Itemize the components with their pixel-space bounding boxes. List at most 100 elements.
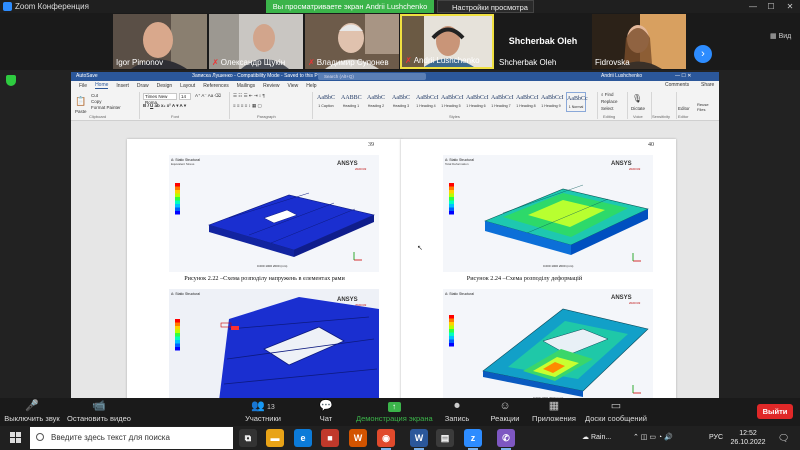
style-gallery-item[interactable]: AaBbC Heading 2 <box>366 92 386 112</box>
tab-draw[interactable]: Draw <box>137 83 149 89</box>
view-button[interactable]: ▦ Вид <box>770 32 791 40</box>
list-icons[interactable]: ☰ ☷ ☰ ⇤ ⇥ ↕ ¶ <box>233 93 265 99</box>
reactions-button[interactable]: ☺ Реакции <box>487 398 523 426</box>
style-gallery-item[interactable]: AaBbCcI 1 Heading 8 <box>516 92 539 112</box>
style-gallery-item[interactable]: AaBbCcI 1 Heading 4 <box>416 92 439 112</box>
cut-button[interactable]: Cut <box>91 93 98 98</box>
paste-button[interactable]: Paste <box>75 109 87 114</box>
style-gallery-item[interactable]: AaBbC Heading 3 <box>391 92 411 112</box>
tab-help[interactable]: Help <box>306 83 316 89</box>
language-indicator[interactable]: РУС <box>709 426 723 450</box>
microphone-icon: 🎙 <box>632 94 643 103</box>
style-gallery-item[interactable]: AaBbCcI 1 Heading 9 <box>541 92 564 112</box>
view-options-label: Настройки просмотра <box>452 3 528 12</box>
share-button[interactable]: Share <box>701 81 714 90</box>
windows-start-icon[interactable] <box>10 432 21 443</box>
word-icon[interactable]: W <box>410 429 428 450</box>
video-tile[interactable]: Fidrovska <box>592 14 686 69</box>
view-options-button[interactable]: Настройки просмотра ▼ <box>437 0 534 25</box>
style-name: 1 Heading 8 <box>516 104 536 108</box>
style-gallery-item[interactable]: AABBC Heading 1 <box>341 92 362 112</box>
app-icon[interactable]: ■ <box>321 429 339 447</box>
record-button[interactable]: ⏺ Запись <box>441 398 473 426</box>
dictate-button[interactable]: Dictate <box>631 106 645 111</box>
replace-button[interactable]: Replace <box>601 99 618 104</box>
camera-icon: 📹 <box>92 400 106 412</box>
document-area[interactable]: 39 A: Static Structural Equivalent Stres… <box>71 121 719 398</box>
font-tools-icons[interactable]: A⁺ A⁻ Aa ⌫ <box>195 93 221 99</box>
edge-browser-icon[interactable]: e <box>294 429 312 447</box>
taskbar-clock[interactable]: 12:52 26.10.2022 <box>728 429 768 447</box>
ribbon-divider <box>627 92 628 119</box>
minimize-icon[interactable]: — <box>744 0 762 13</box>
task-view-icon[interactable]: ⧉ <box>239 429 257 447</box>
style-gallery-item[interactable]: AaBbCcI 1 Heading 7 <box>491 92 514 112</box>
style-gallery-item[interactable]: AaBbCc 1 Normal <box>566 92 588 112</box>
page-number: 40 <box>648 142 654 148</box>
screen: Zoom Конференция — ☐ ✕ Вы просматриваете… <box>0 0 800 450</box>
rain-cloud-icon: ☁ <box>582 434 591 441</box>
leave-meeting-button[interactable]: Выйти <box>757 404 793 419</box>
reuse-files-button[interactable]: Reuse Files <box>697 102 717 112</box>
next-participants-button[interactable]: › <box>694 45 712 63</box>
style-gallery-item[interactable]: AaBbCcI 1 Heading 5 <box>441 92 464 112</box>
sensitivity-group-label[interactable]: Sensitivity <box>652 114 670 119</box>
tab-layout[interactable]: Layout <box>180 83 195 89</box>
chat-button[interactable]: 💬 Чат <box>312 398 340 426</box>
font-size-select[interactable]: 14 <box>179 93 191 100</box>
style-gallery-item[interactable]: AaBbCcI 1 Heading 6 <box>466 92 489 112</box>
chrome-icon[interactable]: ◉ <box>377 429 395 450</box>
video-tile[interactable]: ✗ Владимир Супонев <box>305 14 399 69</box>
word-search[interactable]: Search (Alt+Q) <box>318 73 426 80</box>
tab-home[interactable]: Home <box>95 82 109 89</box>
close-icon[interactable]: ✕ <box>781 0 799 13</box>
share-screen-button[interactable]: ↑ Демонстрация экрана <box>356 398 433 426</box>
font-name-select[interactable]: Times New Roma <box>143 93 177 105</box>
select-button[interactable]: Select <box>601 106 614 111</box>
whiteboards-button[interactable]: ▭ Доски сообщений <box>584 398 648 426</box>
tab-design[interactable]: Design <box>157 83 173 89</box>
comments-button[interactable]: Comments <box>665 81 689 90</box>
wps-icon[interactable]: W <box>349 429 367 447</box>
video-tile[interactable]: Igor Pimonov <box>113 14 207 69</box>
video-tile-active-speaker[interactable]: ✗ Andrii Lushchenko <box>400 14 494 69</box>
tab-file[interactable]: File <box>79 83 87 89</box>
video-tile[interactable]: Shcherbak Oleh Shcherbak Oleh <box>496 14 590 69</box>
viber-icon[interactable]: ✆ <box>497 429 515 450</box>
tab-view[interactable]: View <box>288 83 299 89</box>
tab-mailings[interactable]: Mailings <box>237 83 255 89</box>
security-shield-icon[interactable] <box>6 75 16 86</box>
tab-review[interactable]: Review <box>263 83 279 89</box>
mute-button[interactable]: 🎤 Выключить звук <box>4 398 60 426</box>
tab-insert[interactable]: Insert <box>116 83 129 89</box>
tab-references[interactable]: References <box>203 83 229 89</box>
file-explorer-icon[interactable]: ▬ <box>266 429 284 447</box>
format-painter-button[interactable]: Format Painter <box>91 105 121 110</box>
tray-icons[interactable]: ⌃ ◫ ▭ ◔ 🔊 <box>633 426 673 450</box>
weather-widget[interactable]: ☁ Rain... <box>582 426 611 450</box>
stop-video-button[interactable]: 📹 Остановить видео <box>66 398 132 426</box>
app-icon[interactable]: ▤ <box>436 429 454 447</box>
document-page-left[interactable]: 39 A: Static Structural Equivalent Stres… <box>127 139 402 398</box>
font-format-icons[interactable]: B I U ab x₂ x² A ▾ A ▾ <box>143 103 186 109</box>
find-button[interactable]: ⌕ Find <box>601 92 614 97</box>
maximize-icon[interactable]: ☐ <box>762 0 780 13</box>
notifications-icon[interactable]: 🗨 <box>778 426 789 450</box>
smiley-icon: ☺ <box>499 400 511 412</box>
taskbar-search[interactable]: Введите здесь текст для поиска <box>30 427 233 449</box>
word-window-controls[interactable]: — ☐ ✕ <box>675 72 691 81</box>
apps-button[interactable]: ▦ Приложения <box>530 398 578 426</box>
page-number: 39 <box>368 142 374 148</box>
zoom-icon[interactable]: z <box>464 429 482 450</box>
ansys-stress-plot: A: Static Structural Equivalent Stress A… <box>169 155 379 272</box>
document-page-right[interactable]: 40 A: Static Structural Total Deformatio… <box>401 139 676 398</box>
copy-button[interactable]: Copy <box>91 99 102 104</box>
participants-button[interactable]: 👥 13 Участники <box>244 398 282 426</box>
participant-name: ✗ Andrii Lushchenko <box>405 56 480 65</box>
style-gallery-item[interactable]: AaBbC 1 Caption <box>316 92 336 112</box>
video-tile[interactable]: ✗ Олександр Щукін <box>209 14 303 69</box>
align-icons[interactable]: ≡ ≡ ≡ ≡ ↕ ▦ ▢ <box>233 103 262 109</box>
style-name: 1 Heading 9 <box>541 104 561 108</box>
editor-button[interactable]: Editor <box>678 106 690 111</box>
participant-name: ✗ Владимир Супонев <box>308 58 389 67</box>
